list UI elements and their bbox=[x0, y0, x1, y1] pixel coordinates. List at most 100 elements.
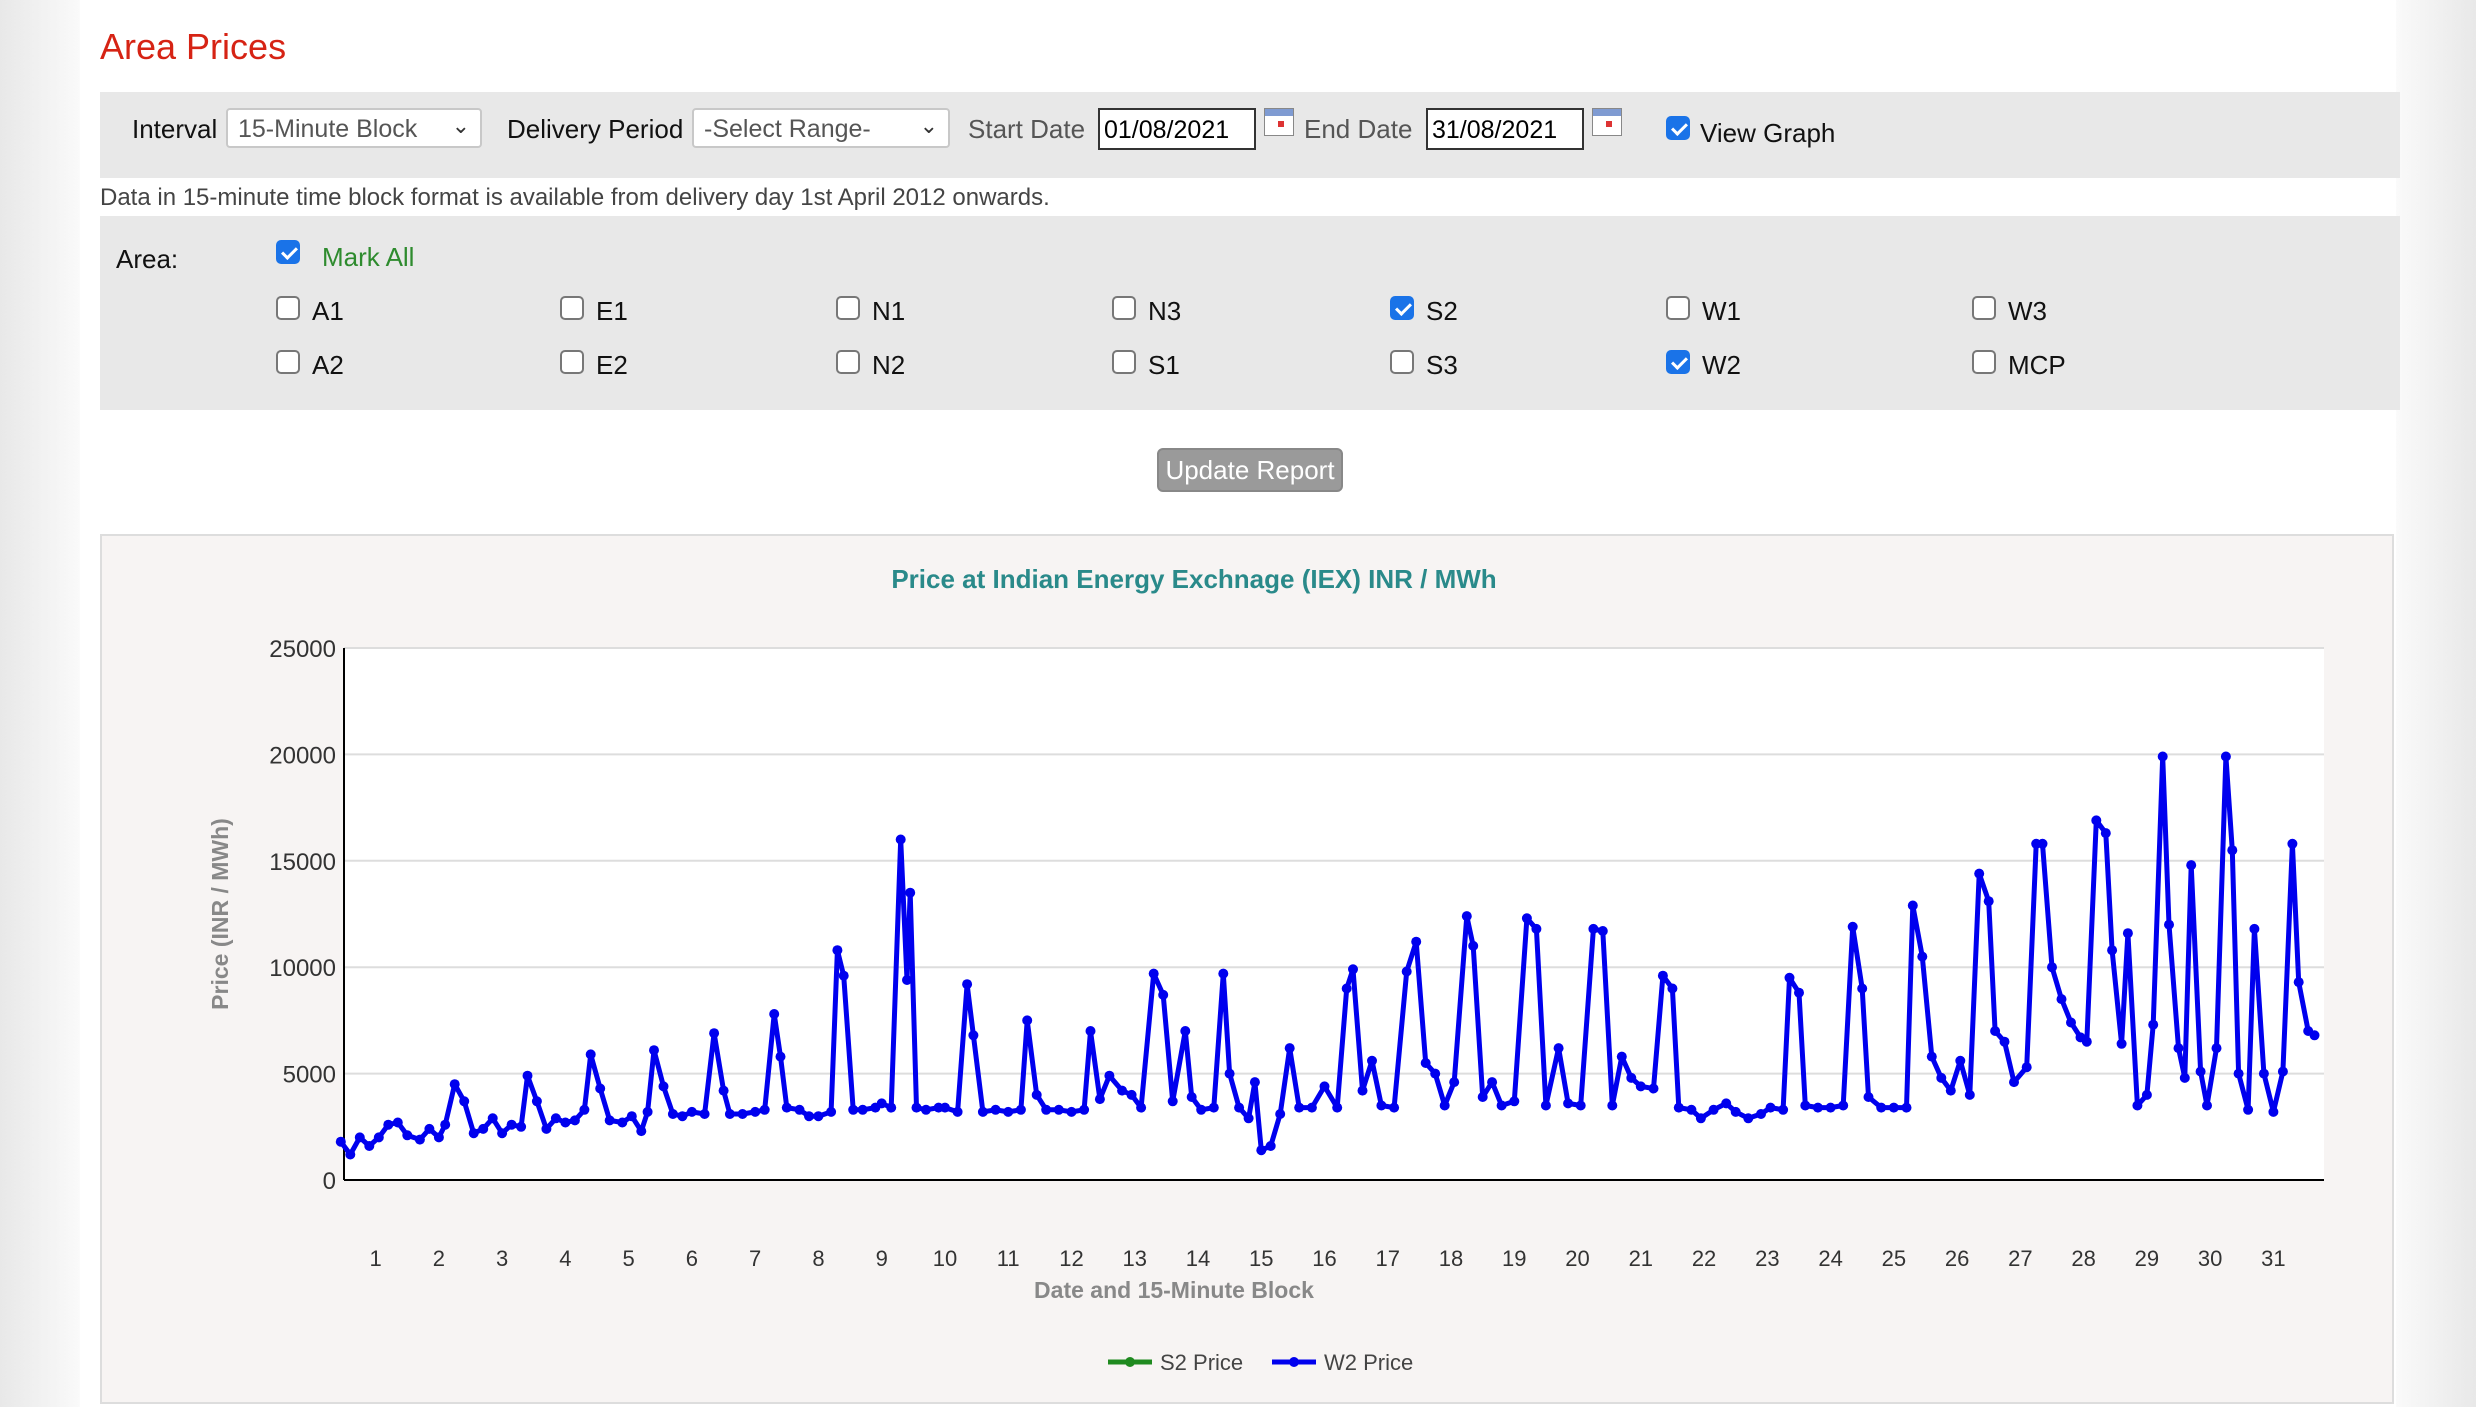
region-checkbox-n1[interactable] bbox=[836, 296, 860, 320]
data-point bbox=[1730, 1106, 1741, 1117]
data-point bbox=[1367, 1055, 1377, 1066]
data-point bbox=[1126, 1089, 1137, 1100]
data-point bbox=[804, 1111, 814, 1122]
x-tick-label: 22 bbox=[1692, 1246, 1716, 1271]
region-checkbox-w3[interactable] bbox=[1972, 296, 1996, 320]
data-point bbox=[1743, 1113, 1754, 1124]
calendar-icon[interactable] bbox=[1264, 108, 1294, 136]
calendar-icon[interactable] bbox=[1592, 108, 1622, 136]
interval-label: Interval bbox=[132, 114, 218, 144]
data-point bbox=[2227, 845, 2238, 856]
x-tick-label: 27 bbox=[2008, 1246, 2032, 1271]
y-tick-label: 15000 bbox=[269, 849, 336, 876]
data-point bbox=[1348, 964, 1358, 975]
data-point bbox=[1553, 1043, 1564, 1054]
data-point bbox=[2287, 838, 2298, 849]
data-point bbox=[1461, 911, 1472, 922]
region-checkbox-n2[interactable] bbox=[836, 350, 860, 374]
data-point bbox=[813, 1111, 824, 1122]
region-checkbox-s2[interactable] bbox=[1390, 296, 1414, 320]
data-point bbox=[857, 1104, 868, 1115]
data-point bbox=[1196, 1104, 1207, 1115]
delivery-period-select-value: -Select Range- bbox=[704, 115, 871, 143]
region-label-e2: E2 bbox=[596, 350, 628, 380]
data-point bbox=[1341, 983, 1352, 994]
legend-label: W2 Price bbox=[1324, 1350, 1413, 1375]
data-point bbox=[2233, 1068, 2244, 1079]
data-point bbox=[1800, 1100, 1811, 1111]
region-checkbox-w1[interactable] bbox=[1666, 296, 1690, 320]
data-point bbox=[1306, 1102, 1317, 1113]
data-point bbox=[921, 1104, 931, 1115]
data-point bbox=[838, 970, 849, 981]
update-report-button[interactable]: Update Report bbox=[1157, 448, 1343, 492]
data-point bbox=[905, 887, 916, 898]
end-date-input[interactable]: 31/08/2021 bbox=[1426, 108, 1584, 150]
region-label-w3: W3 bbox=[2008, 296, 2047, 326]
data-point bbox=[1357, 1085, 1368, 1096]
region-checkbox-a1[interactable] bbox=[276, 296, 300, 320]
data-point bbox=[1765, 1102, 1776, 1113]
data-point bbox=[424, 1123, 435, 1134]
region-label-mcp: MCP bbox=[2008, 350, 2066, 380]
x-tick-label: 4 bbox=[559, 1246, 571, 1271]
region-checkbox-w2[interactable] bbox=[1666, 350, 1690, 374]
data-point bbox=[902, 975, 912, 985]
data-point bbox=[1158, 989, 1169, 1000]
x-tick-label: 8 bbox=[812, 1246, 824, 1271]
data-point bbox=[886, 1102, 897, 1113]
data-point bbox=[977, 1106, 988, 1117]
region-checkbox-e2[interactable] bbox=[560, 350, 584, 374]
x-tick-label: 18 bbox=[1439, 1246, 1463, 1271]
end-date-label: End Date bbox=[1304, 114, 1413, 144]
region-checkbox-s1[interactable] bbox=[1112, 350, 1136, 374]
delivery-period-select[interactable]: -Select Range- ⌄ bbox=[692, 108, 950, 148]
data-point bbox=[718, 1085, 729, 1096]
interval-select[interactable]: 15-Minute Block ⌄ bbox=[226, 108, 482, 148]
data-point bbox=[1847, 921, 1858, 932]
data-point bbox=[1695, 1113, 1706, 1124]
data-point bbox=[667, 1109, 678, 1119]
region-checkbox-s3[interactable] bbox=[1390, 350, 1414, 374]
legend-marker bbox=[1289, 1357, 1299, 1367]
data-point bbox=[335, 1136, 346, 1147]
view-graph-checkbox[interactable] bbox=[1666, 116, 1690, 140]
region-checkbox-a2[interactable] bbox=[276, 350, 300, 374]
data-point bbox=[2258, 1068, 2269, 1079]
mark-all-checkbox[interactable] bbox=[276, 240, 300, 264]
data-point bbox=[1657, 970, 1668, 981]
data-point bbox=[2037, 838, 2048, 849]
region-checkbox-n3[interactable] bbox=[1112, 296, 1136, 320]
legend-marker bbox=[1125, 1357, 1135, 1367]
start-date-input[interactable]: 01/08/2021 bbox=[1098, 108, 1256, 150]
data-point bbox=[658, 1081, 669, 1092]
data-point bbox=[459, 1096, 470, 1107]
region-label-n3: N3 bbox=[1148, 296, 1182, 326]
data-point bbox=[1626, 1072, 1637, 1083]
region-checkbox-mcp[interactable] bbox=[1972, 350, 1996, 374]
data-point bbox=[1926, 1051, 1937, 1062]
data-point bbox=[1243, 1113, 1254, 1124]
data-point bbox=[1778, 1104, 1789, 1115]
x-tick-label: 15 bbox=[1249, 1246, 1273, 1271]
x-tick-label: 30 bbox=[2198, 1246, 2222, 1271]
data-point bbox=[1249, 1077, 1260, 1088]
data-point bbox=[2021, 1062, 2032, 1073]
data-point bbox=[1784, 972, 1795, 983]
data-point bbox=[2081, 1036, 2092, 1047]
x-tick-label: 7 bbox=[749, 1246, 761, 1271]
data-point bbox=[1721, 1098, 1732, 1109]
x-tick-label: 17 bbox=[1376, 1246, 1400, 1271]
data-point bbox=[2116, 1038, 2127, 1049]
data-point bbox=[2141, 1089, 2152, 1100]
x-tick-label: 9 bbox=[876, 1246, 888, 1271]
data-point bbox=[1955, 1055, 1966, 1066]
data-point bbox=[1838, 1100, 1849, 1111]
x-tick-label: 20 bbox=[1565, 1246, 1589, 1271]
region-checkbox-e1[interactable] bbox=[560, 296, 584, 320]
x-tick-label: 6 bbox=[686, 1246, 698, 1271]
data-point bbox=[1540, 1100, 1551, 1111]
data-point bbox=[506, 1119, 517, 1130]
data-point bbox=[649, 1045, 659, 1056]
data-point bbox=[2122, 928, 2133, 939]
